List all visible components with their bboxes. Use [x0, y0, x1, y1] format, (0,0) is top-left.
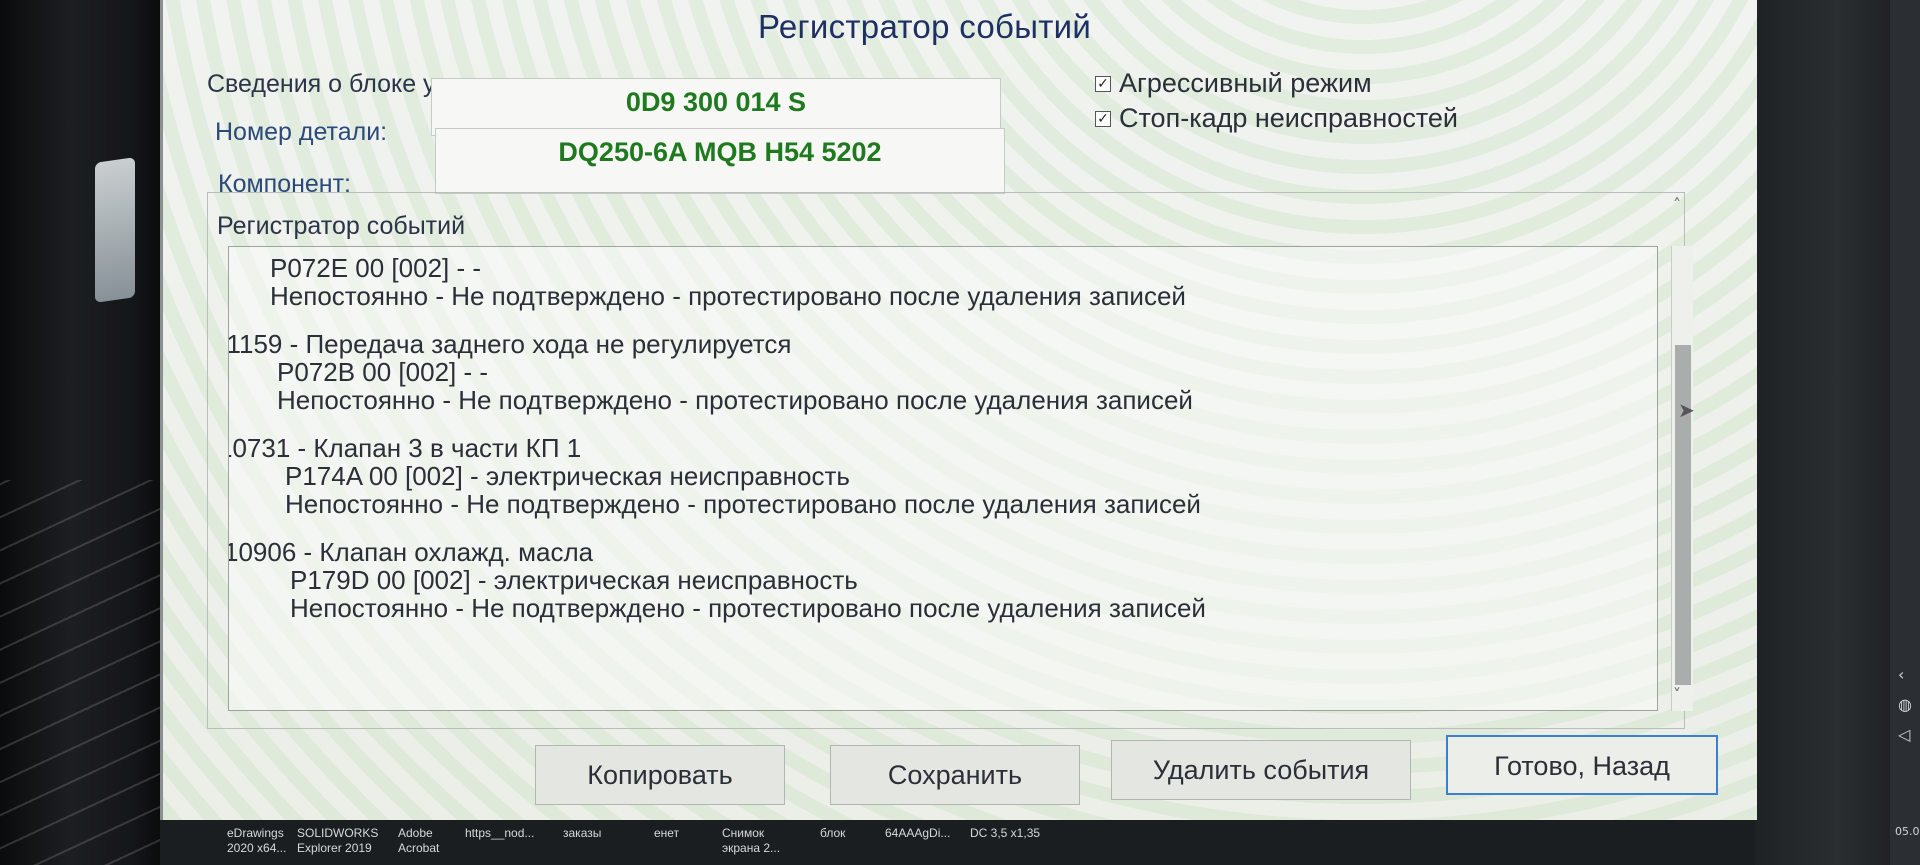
log-line: P174A 00 [002] - электрическая неисправн…	[285, 461, 850, 491]
part-number-label: Номер детали:	[215, 118, 388, 146]
taskbar-item-screenshot[interactable]: Снимок экрана 2...	[722, 826, 780, 856]
aggressive-mode-checkbox[interactable]: ✓ Агрессивный режим	[1095, 68, 1372, 99]
log-line: 10906 - Клапан охлажд. масла	[228, 537, 594, 567]
checkbox-checked-icon[interactable]: ✓	[1095, 75, 1111, 92]
taskbar-item-dc-3-5[interactable]: DC 3,5 x1,35	[970, 826, 1040, 841]
save-button[interactable]: Сохранить	[830, 745, 1080, 805]
log-scrollbar-thumb[interactable]	[1675, 345, 1691, 685]
event-log-label: Регистратор событий	[217, 212, 466, 240]
event-recorder-window: Регистратор событий Сведения о блоке упр…	[160, 0, 1757, 820]
log-line: P072E 00 [002] - -	[270, 253, 482, 283]
globe-icon[interactable]: ◍	[1898, 695, 1912, 714]
component-field: DQ250-6A MQB H54 5202	[435, 128, 1005, 194]
log-line: 21159 - Передача заднего хода не регулир…	[228, 329, 792, 359]
window-title: Регистратор событий	[758, 8, 1092, 45]
copy-button[interactable]: Копировать	[535, 745, 785, 805]
taskbar-item-64aaagdi[interactable]: 64AAAgDi...	[885, 826, 950, 841]
log-line: P072B 00 [002] - -	[277, 357, 489, 387]
log-line: Непостоянно - Не подтверждено - протести…	[277, 385, 1193, 415]
left-background-stitching	[0, 480, 175, 865]
chevron-up-icon[interactable]: ˄	[1673, 195, 1681, 214]
event-log-list[interactable]: P072E 00 [002] - - Непостоянно - Не подт…	[228, 246, 1658, 711]
log-line: 10731 - Клапан 3 в части КП 1	[228, 433, 582, 463]
taskbar-item-https-nod[interactable]: https__nod...	[465, 826, 534, 841]
taskbar-item-edrawings[interactable]: eDrawings 2020 x64...	[227, 826, 286, 856]
taskbar-item-block[interactable]: блок	[820, 826, 845, 841]
aggressive-mode-label: Агрессивный режим	[1119, 68, 1372, 98]
delete-events-button[interactable]: Удалить события	[1111, 740, 1411, 800]
left-background-accent	[95, 157, 135, 303]
chevron-left-icon[interactable]: ‹	[1898, 665, 1904, 684]
taskbar-item-adobe-acrobat[interactable]: Adobe Acrobat	[398, 826, 439, 856]
done-back-button[interactable]: Готово, Назад	[1446, 735, 1718, 795]
log-line: Непостоянно - Не подтверждено - протести…	[290, 593, 1206, 623]
freeze-frame-checkbox[interactable]: ✓ Стоп-кадр неисправностей	[1095, 103, 1458, 134]
mouse-pointer-icon: ➤	[1678, 398, 1695, 422]
taskbar-item-orders[interactable]: заказы	[563, 826, 601, 841]
chevron-down-icon[interactable]: ˅	[1673, 685, 1681, 704]
freeze-frame-label: Стоп-кадр неисправностей	[1119, 103, 1458, 133]
log-line: Непостоянно - Не подтверждено - протести…	[270, 281, 1186, 311]
log-line: Непостоянно - Не подтверждено - протести…	[285, 489, 1201, 519]
checkbox-checked-icon[interactable]: ✓	[1095, 110, 1111, 127]
speaker-icon[interactable]: ◁	[1898, 725, 1910, 744]
log-line: P179D 00 [002] - электрическая неисправн…	[290, 565, 858, 595]
clock-fragment: 05.0	[1895, 825, 1920, 838]
taskbar-item-solidworks[interactable]: SOLIDWORKS Explorer 2019	[297, 826, 378, 856]
taskbar-item-enet[interactable]: енет	[654, 826, 679, 841]
